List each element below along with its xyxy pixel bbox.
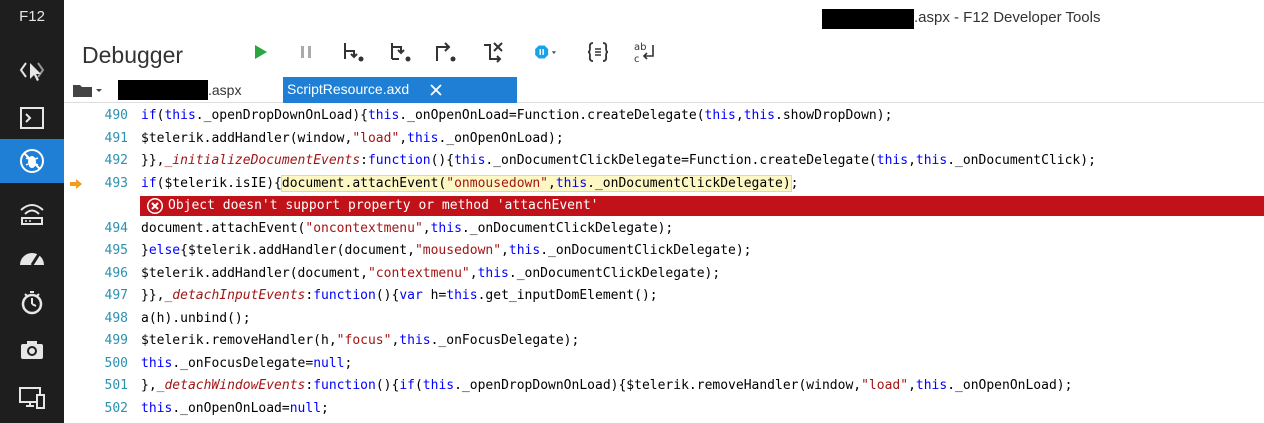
console-tab[interactable] <box>0 96 64 140</box>
memory-icon <box>21 291 43 315</box>
step-over-button[interactable] <box>385 38 415 66</box>
code-text: if(this._openDropDownOnLoad){this._onOpe… <box>141 108 893 123</box>
line-number[interactable]: 493 <box>100 173 128 195</box>
code-text: this._onOpenOnLoad=null; <box>141 400 329 416</box>
line-number[interactable]: 502 <box>100 398 128 420</box>
code-text: document.attachEvent("oncontextmenu",thi… <box>141 220 674 236</box>
current-line-arrow-icon <box>70 178 82 189</box>
exception-behavior-button[interactable] <box>528 38 564 66</box>
break-on-new-worker-button[interactable] <box>478 38 508 66</box>
code-text: $telerik.addHandler(window,"load",this._… <box>141 130 564 146</box>
memory-tab[interactable] <box>0 281 64 325</box>
code-text: if($telerik.isIE){document.attachEvent("… <box>141 174 799 192</box>
step-into-icon <box>344 43 364 62</box>
network-tab[interactable] <box>0 191 64 235</box>
chevron-down-icon <box>96 89 102 92</box>
code-text: }},_detachInputEvents:function(){var h=t… <box>141 288 658 303</box>
line-number[interactable]: 497 <box>100 285 128 307</box>
device-tab[interactable] <box>0 376 64 420</box>
code-line[interactable]: 496 $telerik.addHandler(document,"context… <box>64 263 1264 285</box>
svg-text:ab: ab <box>634 42 646 53</box>
word-wrap-icon: abc <box>634 42 654 65</box>
line-number[interactable]: 496 <box>100 263 128 285</box>
pretty-print-icon <box>587 42 609 62</box>
svg-text:c: c <box>634 54 640 65</box>
code-text: }},_initializeDocumentEvents:function(){… <box>141 153 1096 168</box>
window-title: .aspx - F12 Developer Tools <box>914 9 1101 26</box>
code-line[interactable]: 492 }},_initializeDocumentEvents:function… <box>64 150 1264 172</box>
performance-tab[interactable] <box>0 236 64 280</box>
line-number[interactable]: 495 <box>100 240 128 262</box>
line-number[interactable]: 500 <box>100 353 128 375</box>
line-number[interactable]: 501 <box>100 375 128 397</box>
file-tab-bar: .aspx ScriptResource.axd <box>64 77 1264 103</box>
code-line[interactable]: 495 }else{$telerik.addHandler(document,"m… <box>64 240 1264 262</box>
code-text: },_detachWindowEvents:function(){if(this… <box>141 378 1073 393</box>
code-text: $telerik.addHandler(document,"contextmen… <box>141 265 721 281</box>
title-bar: .aspx - F12 Developer Tools <box>64 0 1264 38</box>
line-number[interactable]: 498 <box>100 308 128 330</box>
debugger-tab[interactable] <box>0 139 64 183</box>
step-out-icon <box>436 42 456 62</box>
step-out-button[interactable] <box>430 38 460 66</box>
code-line[interactable]: 500 this._onFocusDelegate=null; <box>64 353 1264 375</box>
tool-rail: F12 <box>0 0 64 423</box>
step-over-icon <box>391 43 411 62</box>
code-line[interactable]: 491 $telerik.addHandler(window,"load",thi… <box>64 128 1264 150</box>
f12-title: F12 <box>19 8 45 25</box>
code-line[interactable]: 494 document.attachEvent("oncontextmenu",… <box>64 218 1264 240</box>
break-icon <box>301 46 311 58</box>
tool-name: Debugger <box>82 42 184 68</box>
code-line[interactable]: 493 if($telerik.isIE){document.attachEven… <box>64 173 1264 195</box>
redacted-block <box>118 80 208 100</box>
code-line[interactable]: 490 if(this._openDropDownOnLoad){this._on… <box>64 105 1264 127</box>
continue-button[interactable] <box>245 38 275 66</box>
error-icon <box>147 198 163 214</box>
tab-label: ScriptResource.axd <box>287 81 410 97</box>
tab-scriptresource[interactable]: ScriptResource.axd <box>283 77 517 103</box>
line-number[interactable]: 490 <box>100 105 128 127</box>
pretty-print-button[interactable] <box>583 38 613 66</box>
break-button[interactable] <box>291 38 321 66</box>
code-line[interactable]: 501 },_detachWindowEvents:function(){if(t… <box>64 375 1264 397</box>
exception-behavior-icon <box>535 45 557 59</box>
code-text: a(h).unbind(); <box>141 310 251 326</box>
device-icon <box>19 387 45 409</box>
continue-icon <box>255 45 267 59</box>
dom-explorer-icon <box>19 62 45 81</box>
line-number[interactable]: 492 <box>100 150 128 172</box>
code-text: this._onFocusDelegate=null; <box>141 355 353 371</box>
console-icon <box>20 107 44 129</box>
line-number[interactable]: 499 <box>100 330 128 352</box>
open-document-button[interactable] <box>72 80 108 100</box>
word-wrap-button[interactable]: ab c <box>629 38 659 66</box>
step-into-button[interactable] <box>338 38 368 66</box>
line-number[interactable]: 494 <box>100 218 128 240</box>
code-line[interactable]: 497 }},_detachInputEvents:function(){var … <box>64 285 1264 307</box>
current-statement-highlight: document.attachEvent("onmousedown",this.… <box>280 174 792 192</box>
code-text: }else{$telerik.addHandler(document,"mous… <box>141 243 752 258</box>
folder-icon <box>73 85 92 97</box>
code-text: $telerik.removeHandler(h,"focus",this._o… <box>141 333 580 348</box>
code-line[interactable]: 499 $telerik.removeHandler(h,"focus",this… <box>64 330 1264 352</box>
redacted-block <box>822 9 914 29</box>
code-editor[interactable]: 490 if(this._openDropDownOnLoad){this._on… <box>64 104 1264 423</box>
dom-explorer-tab[interactable] <box>0 48 64 92</box>
tab-aspx[interactable]: .aspx <box>208 82 241 98</box>
exception-bar: Object doesn't support property or metho… <box>140 196 1264 216</box>
code-line[interactable]: 502 this._onOpenOnLoad=null; <box>64 398 1264 420</box>
close-icon[interactable] <box>428 82 444 98</box>
debugger-icon <box>20 149 44 173</box>
network-icon <box>20 204 44 225</box>
code-line[interactable]: 498 a(h).unbind(); <box>64 308 1264 330</box>
emulation-icon <box>21 341 43 359</box>
performance-icon <box>20 253 44 266</box>
emulation-tab[interactable] <box>0 328 64 372</box>
line-number[interactable]: 491 <box>100 128 128 150</box>
exception-message: Object doesn't support property or metho… <box>168 198 599 213</box>
break-on-new-worker-icon <box>484 42 503 63</box>
